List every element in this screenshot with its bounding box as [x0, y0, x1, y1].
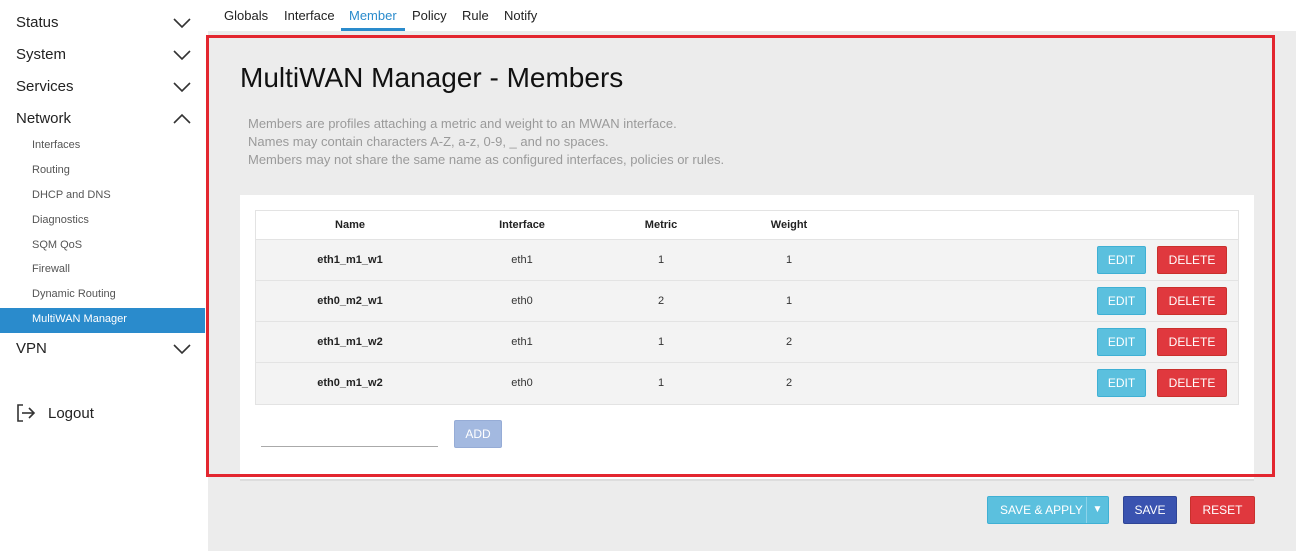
sidebar-item-label: SQM QoS — [32, 239, 83, 251]
sidebar-item-sqm-qos[interactable]: SQM QoS — [0, 234, 205, 259]
cell-interface: eth1 — [511, 336, 533, 348]
sidebar-item-label: Diagnostics — [32, 214, 89, 226]
sidebar-menu-label: Services — [16, 78, 74, 95]
cell-weight: 2 — [785, 336, 793, 348]
sidebar-item-label: Interfaces — [32, 139, 81, 151]
sidebar-item-label: MultiWAN Manager — [32, 313, 127, 325]
chevron-down-icon — [173, 18, 191, 29]
table-header: Name Interface Metric Weight — [256, 211, 1238, 240]
sidebar-item-label: DHCP and DNS — [32, 189, 111, 201]
table-row: eth0_m2_w1 eth0 2 1 EDIT DELETE — [256, 281, 1238, 322]
sidebar-menu-label: System — [16, 46, 67, 63]
sidebar-menu-network[interactable]: Network — [0, 103, 205, 135]
cell-metric: 1 — [657, 254, 665, 266]
cell-metric: 1 — [657, 336, 665, 348]
save-apply-button[interactable]: SAVE & APPLY ▼ — [987, 496, 1109, 524]
sidebar-item-label: Routing — [32, 164, 70, 176]
cell-interface: eth0 — [511, 295, 533, 307]
sidebar-menu-services[interactable]: Services — [0, 71, 205, 103]
table-row: eth0_m1_w2 eth0 1 2 EDIT DELETE — [256, 363, 1238, 404]
delete-button[interactable]: DELETE — [1157, 246, 1227, 274]
edit-button[interactable]: EDIT — [1097, 287, 1146, 315]
dropdown-caret-icon[interactable]: ▼ — [1086, 497, 1108, 523]
sidebar-item-multiwan-manager[interactable]: MultiWAN Manager — [0, 308, 205, 333]
cell-weight: 1 — [785, 254, 793, 266]
logout-icon — [17, 404, 36, 422]
sidebar-menu-label: VPN — [16, 340, 47, 357]
edit-button[interactable]: EDIT — [1097, 328, 1146, 356]
page-title: MultiWAN Manager - Members — [240, 62, 624, 93]
edit-button[interactable]: EDIT — [1097, 369, 1146, 397]
sidebar-item-routing[interactable]: Routing — [0, 159, 205, 184]
edit-button[interactable]: EDIT — [1097, 246, 1146, 274]
sidebar-item-firewall[interactable]: Firewall — [0, 258, 205, 283]
logout-button[interactable]: Logout — [16, 402, 196, 426]
column-header-name: Name — [335, 219, 365, 231]
sidebar-menu-status[interactable]: Status — [0, 7, 205, 39]
sidebar-menu-label: Status — [16, 14, 59, 31]
cell-interface: eth1 — [511, 254, 533, 266]
tab-member[interactable]: Member — [341, 8, 405, 31]
members-table: Name Interface Metric Weight eth1_m1_w1 … — [255, 210, 1239, 405]
column-header-metric: Metric — [644, 219, 678, 231]
sidebar-menu-label: Network — [16, 110, 72, 127]
cell-name: eth1_m1_w2 — [317, 336, 383, 348]
cell-interface: eth0 — [511, 377, 533, 389]
cell-weight: 1 — [785, 295, 793, 307]
sidebar-item-dynamic-routing[interactable]: Dynamic Routing — [0, 283, 205, 308]
delete-button[interactable]: DELETE — [1157, 328, 1227, 356]
sidebar-item-diagnostics[interactable]: Diagnostics — [0, 209, 205, 234]
add-button[interactable]: ADD — [454, 420, 502, 448]
sidebar-item-dhcp-dns[interactable]: DHCP and DNS — [0, 184, 205, 209]
tab-notify[interactable]: Notify — [504, 8, 537, 31]
save-apply-label: SAVE & APPLY — [1000, 503, 1083, 517]
cell-name: eth0_m1_w2 — [317, 377, 383, 389]
description-line: Members may not share the same name as c… — [248, 152, 725, 167]
description-line: Members are profiles attaching a metric … — [248, 116, 677, 131]
table-row: eth1_m1_w2 eth1 1 2 EDIT DELETE — [256, 322, 1238, 363]
delete-button[interactable]: DELETE — [1157, 287, 1227, 315]
tab-policy[interactable]: Policy — [412, 8, 447, 31]
tab-interface[interactable]: Interface — [284, 8, 335, 31]
tab-globals[interactable]: Globals — [224, 8, 268, 31]
sidebar-item-label: Dynamic Routing — [32, 288, 116, 300]
save-button[interactable]: SAVE — [1123, 496, 1177, 524]
tab-rule[interactable]: Rule — [462, 8, 489, 31]
chevron-down-icon — [173, 344, 191, 355]
sidebar-item-interfaces[interactable]: Interfaces — [0, 134, 205, 159]
sidebar: Status System Services Network Interface… — [0, 0, 208, 551]
cell-weight: 2 — [785, 377, 793, 389]
cell-name: eth1_m1_w1 — [317, 254, 383, 266]
sidebar-menu-system[interactable]: System — [0, 39, 205, 71]
description-line: Names may contain characters A-Z, a-z, 0… — [248, 134, 609, 149]
column-header-weight: Weight — [770, 219, 808, 231]
sidebar-menu-vpn[interactable]: VPN — [0, 333, 205, 365]
sidebar-item-label: Firewall — [32, 263, 70, 275]
delete-button[interactable]: DELETE — [1157, 369, 1227, 397]
cell-metric: 2 — [657, 295, 665, 307]
logout-label: Logout — [48, 405, 94, 422]
new-member-name-input[interactable] — [261, 424, 438, 447]
reset-button[interactable]: RESET — [1190, 496, 1255, 524]
chevron-up-icon — [173, 113, 191, 124]
cell-name: eth0_m2_w1 — [317, 295, 383, 307]
cell-metric: 1 — [657, 377, 665, 389]
table-row: eth1_m1_w1 eth1 1 1 EDIT DELETE — [256, 240, 1238, 281]
chevron-down-icon — [173, 82, 191, 93]
chevron-down-icon — [173, 50, 191, 61]
column-header-interface: Interface — [499, 219, 545, 231]
